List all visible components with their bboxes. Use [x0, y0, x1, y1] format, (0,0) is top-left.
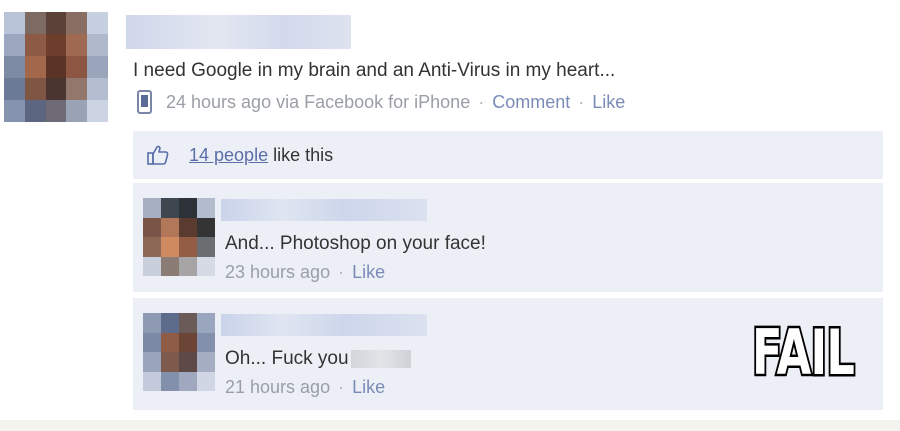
- comment-text: Oh... Fuck you: [225, 348, 349, 369]
- comment-meta: 21 hours ago · Like: [225, 377, 385, 398]
- comment-like-link[interactable]: Like: [352, 262, 385, 282]
- commenter-name-redacted[interactable]: [221, 199, 427, 226]
- comment-timestamp: 23 hours ago: [225, 262, 331, 282]
- post-meta: 24 hours ago via Facebook for iPhone · C…: [137, 90, 625, 114]
- mobile-phone-icon: [137, 90, 152, 114]
- likes-suffix: like this: [268, 145, 334, 165]
- likes-summary: 14 people like this: [189, 145, 333, 166]
- comment-like-link[interactable]: Like: [352, 377, 385, 397]
- post-author-name-redacted[interactable]: [126, 15, 351, 54]
- separator-dot: ·: [338, 377, 345, 397]
- comment-text: And... Photoshop on your face!: [225, 233, 486, 254]
- comment-timestamp: 21 hours ago: [225, 377, 331, 397]
- separator-dot: ·: [478, 91, 485, 112]
- redacted-name: [350, 350, 411, 368]
- post-author-avatar[interactable]: [4, 12, 108, 122]
- fail-stamp: FAIL: [750, 316, 856, 389]
- separator-dot: ·: [338, 262, 345, 282]
- commenter-name-redacted[interactable]: [221, 314, 427, 341]
- like-link[interactable]: Like: [592, 92, 625, 113]
- likes-count-link[interactable]: 14 people: [189, 145, 268, 165]
- post-status-text: I need Google in my brain and an Anti-Vi…: [133, 60, 616, 81]
- comment-meta: 23 hours ago · Like: [225, 262, 385, 283]
- commenter-avatar[interactable]: [143, 198, 215, 276]
- separator-dot: ·: [578, 91, 585, 112]
- comment-text-row: Oh... Fuck you: [225, 348, 411, 370]
- thumbs-up-icon: [147, 145, 169, 165]
- likes-bar: 14 people like this: [133, 131, 883, 181]
- comment: And... Photoshop on your face! 23 hours …: [133, 183, 883, 292]
- bottom-strip: [0, 420, 900, 431]
- post-timestamp: 24 hours ago via Facebook for iPhone: [166, 91, 471, 112]
- commenter-avatar[interactable]: [143, 313, 215, 391]
- comment-link[interactable]: Comment: [492, 92, 570, 113]
